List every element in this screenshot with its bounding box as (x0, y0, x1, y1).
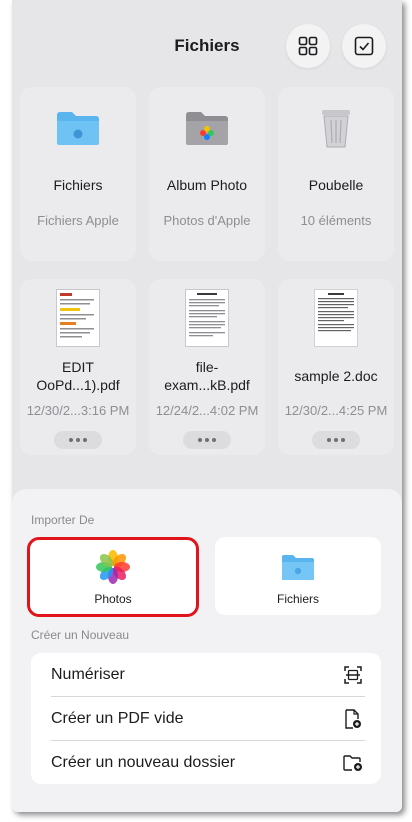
create-options-list: Numériser Créer un PDF vide Créer un nou… (31, 653, 381, 784)
new-pdf-row[interactable]: Créer un PDF vide (31, 697, 381, 740)
create-section-label: Créer un Nouveau (31, 628, 130, 642)
more-button[interactable] (312, 431, 360, 449)
scan-document-label: Numériser (51, 665, 125, 683)
item-subtitle: Photos d'Apple (163, 213, 251, 228)
item-name: Album Photo (166, 177, 248, 193)
trash-icon (322, 110, 350, 148)
new-document-icon (343, 708, 363, 729)
new-folder-label: Créer un nouveau dossier (51, 753, 236, 771)
folder-photos-icon (186, 112, 228, 145)
scan-document-icon (343, 665, 363, 685)
item-name: Fichiers (53, 177, 103, 193)
grid-item-fichiers[interactable]: Fichiers Fichiers Apple (20, 87, 136, 261)
item-name-line2: OoPd...1).pdf (36, 377, 120, 393)
scan-document-row[interactable]: Numériser (31, 653, 381, 696)
item-name: sample 2.doc (294, 368, 378, 384)
item-name-line2: exam...kB.pdf (164, 377, 250, 393)
grid-item-poubelle[interactable]: Poubelle 10 éléments (278, 87, 394, 261)
new-pdf-label: Créer un PDF vide (51, 709, 184, 727)
grid-view-button[interactable] (286, 24, 330, 68)
grid-item-edit-pdf[interactable]: EDIT OoPd...1).pdf 12/30/2...3:16 PM (20, 279, 136, 455)
more-button[interactable] (54, 431, 102, 449)
checkmark-square-icon (354, 36, 374, 56)
new-folder-icon (343, 753, 363, 773)
item-name-line1: EDIT (62, 359, 94, 375)
grid-item-file-example-pdf[interactable]: file- exam...kB.pdf 12/24/2...4:02 PM (149, 279, 265, 455)
import-files-label: Fichiers (276, 592, 319, 606)
grid-icon (298, 36, 318, 56)
import-files-button[interactable]: Fichiers (215, 537, 381, 615)
app-screen: Fichiers Fichiers Fichiers Apple Album P… (12, 0, 402, 812)
pdf-thumbnail (56, 289, 100, 347)
item-subtitle: Fichiers Apple (37, 213, 119, 228)
action-sheet: Importer De Photos Fichiers Créer un Nou… (12, 489, 402, 812)
grid-item-album-photo[interactable]: Album Photo Photos d'Apple (149, 87, 265, 261)
item-subtitle: 12/30/2...4:25 PM (284, 403, 388, 418)
item-name-line1: file- (195, 359, 219, 375)
more-button[interactable] (183, 431, 231, 449)
pdf-thumbnail (185, 289, 229, 347)
item-subtitle: 10 éléments (300, 213, 372, 228)
new-folder-row[interactable]: Créer un nouveau dossier (31, 741, 381, 784)
item-name: Poubelle (308, 177, 364, 193)
item-subtitle: 12/30/2...3:16 PM (26, 403, 130, 418)
grid-item-sample-doc[interactable]: sample 2.doc 12/30/2...4:25 PM (278, 279, 394, 455)
item-subtitle: 12/24/2...4:02 PM (155, 403, 259, 418)
doc-thumbnail (314, 289, 358, 347)
select-button[interactable] (342, 24, 386, 68)
highlight-outline (27, 537, 199, 617)
folder-icon (282, 555, 314, 580)
folder-apple-icon (57, 112, 99, 145)
import-section-label: Importer De (31, 513, 95, 527)
